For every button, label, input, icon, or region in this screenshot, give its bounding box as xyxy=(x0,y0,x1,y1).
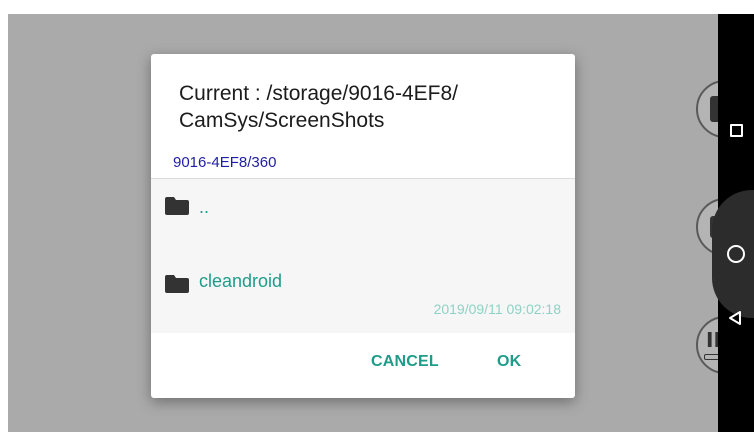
ok-button[interactable]: OK xyxy=(497,353,521,371)
dialog-title: Current : /storage/9016-4EF8/ CamSys/Scr… xyxy=(179,82,458,132)
list-item-parent[interactable]: .. xyxy=(151,179,575,251)
folder-picker-dialog: Current : /storage/9016-4EF8/ CamSys/Scr… xyxy=(151,54,575,398)
current-path-link[interactable]: 9016-4EF8/360 xyxy=(173,154,276,171)
square-icon[interactable] xyxy=(730,124,743,137)
screen: IR Current : /storage/9016-4EF8/ CamSys/… xyxy=(0,0,754,432)
triangle-back-icon[interactable] xyxy=(728,310,742,331)
ir-bar-icon xyxy=(704,354,718,360)
file-name: .. xyxy=(199,197,210,217)
dialog-actions: CANCEL OK xyxy=(151,333,575,398)
navigation-bar xyxy=(712,14,754,432)
circle-icon[interactable] xyxy=(727,245,745,263)
background-ir-button: IR xyxy=(696,316,718,374)
list-item-cleandroid[interactable]: cleandroid 2019/09/11 09:02:18 xyxy=(151,251,575,333)
ir-label: IR xyxy=(706,328,718,352)
file-name: cleandroid xyxy=(199,271,283,291)
save-icon xyxy=(710,96,718,122)
folder-icon xyxy=(165,275,189,293)
cancel-button[interactable]: CANCEL xyxy=(371,353,439,371)
background-save-button xyxy=(696,80,718,138)
file-date: 2019/09/11 09:02:18 xyxy=(433,301,561,317)
file-list: .. cleandroid 2019/09/11 09:02:18 xyxy=(151,179,575,333)
folder-icon xyxy=(165,197,189,215)
